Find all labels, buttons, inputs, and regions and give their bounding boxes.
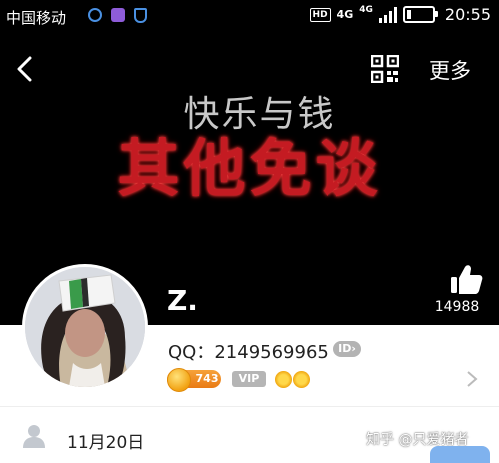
hd-badge: HD <box>309 7 331 22</box>
chat-notification-icon <box>88 8 102 22</box>
id-badge-label: ID <box>338 342 352 355</box>
signal-icon <box>378 6 397 23</box>
top-nav <box>0 50 499 90</box>
back-chevron-icon[interactable] <box>14 56 36 82</box>
chevron-right-icon[interactable] <box>465 370 479 388</box>
qq-number: 2149569965 <box>214 342 329 363</box>
birthday: 11月20日 <box>67 433 145 453</box>
thumbs-up-icon[interactable] <box>446 264 486 296</box>
person-icon <box>23 425 45 448</box>
network-type: 4G <box>336 8 354 21</box>
vip-badge[interactable]: VIP <box>232 371 266 387</box>
carrier-name: 中国移动 <box>6 9 67 27</box>
qq-label: QQ： <box>168 342 215 363</box>
more-button[interactable]: 更多 <box>429 55 471 85</box>
level-badge-value: 743 <box>195 372 219 385</box>
avatar-photo <box>25 267 145 387</box>
qr-code-icon[interactable] <box>371 55 399 83</box>
coin-icon <box>167 368 191 392</box>
status-right: HD 4G 4G 20:55 <box>309 5 491 24</box>
id-badge[interactable]: ID› <box>333 341 361 357</box>
status-bar: 中国移动 HD 4G 4G 20:55 <box>0 0 499 34</box>
network-type-secondary: 4G <box>359 5 373 15</box>
notification-icons <box>88 8 147 23</box>
watermark-icon <box>430 446 490 463</box>
shield-icon <box>134 8 147 23</box>
battery-icon <box>402 6 438 23</box>
qq-number-row: QQ：2149569965 <box>168 338 329 364</box>
status-time: 20:55 <box>444 5 491 24</box>
cover-text-line2: 其他免谈 <box>117 132 382 205</box>
sun-level-icon <box>275 371 292 388</box>
like-count: 14988 <box>434 299 480 315</box>
app-notification-icon <box>111 8 125 22</box>
sun-level-icon <box>293 371 310 388</box>
divider <box>0 406 499 407</box>
profile-name: Z. <box>167 284 198 317</box>
avatar[interactable] <box>22 264 148 390</box>
